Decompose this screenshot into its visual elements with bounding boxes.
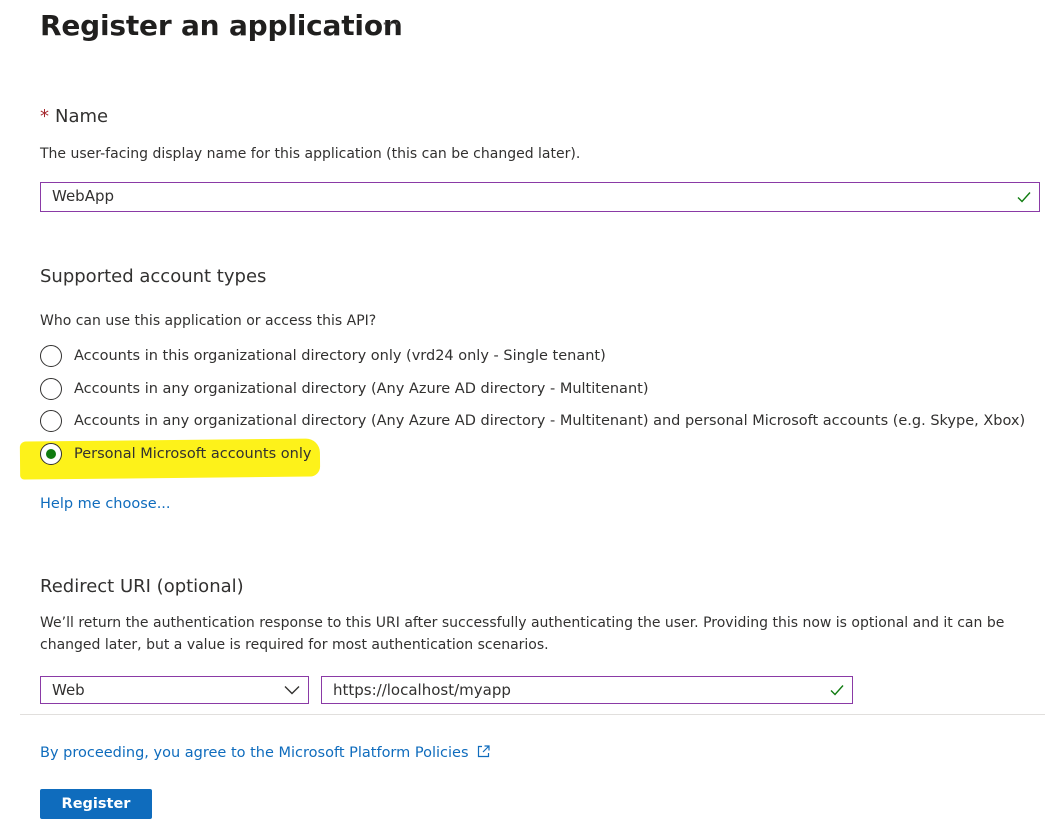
radio-button[interactable] <box>40 378 62 400</box>
chevron-down-icon <box>284 686 300 695</box>
redirect-description: We’ll return the authentication response… <box>40 615 1005 653</box>
external-link-icon <box>477 745 490 758</box>
name-input[interactable]: WebApp <box>40 182 1040 212</box>
radio-label: Accounts in any organizational directory… <box>74 381 649 397</box>
help-me-choose-link[interactable]: Help me choose... <box>40 496 171 512</box>
valid-check-icon <box>830 685 844 696</box>
radio-button[interactable] <box>40 345 62 367</box>
radio-button-selected[interactable] <box>40 443 62 465</box>
platform-policies-link[interactable]: By proceeding, you agree to the Microsof… <box>40 745 490 761</box>
page-title: Register an application <box>40 9 403 42</box>
name-heading: * Name <box>40 105 108 129</box>
platform-select-value: Web <box>52 681 85 699</box>
radio-label: Personal Microsoft accounts only <box>74 446 312 462</box>
register-button[interactable]: Register <box>40 789 152 819</box>
account-option-personal-only[interactable]: Personal Microsoft accounts only <box>40 440 311 468</box>
radio-label: Accounts in this organizational director… <box>74 348 606 364</box>
account-option-single-tenant[interactable]: Accounts in this organizational director… <box>40 342 606 370</box>
name-heading-text: Name <box>55 106 109 127</box>
account-option-multitenant-personal[interactable]: Accounts in any organizational directory… <box>40 407 1025 435</box>
platform-select[interactable]: Web <box>40 676 309 704</box>
radio-label: Accounts in any organizational directory… <box>74 413 1026 429</box>
redirect-uri-input[interactable]: https://localhost/myapp <box>321 676 853 704</box>
platform-policies-text: By proceeding, you agree to the Microsof… <box>40 745 469 761</box>
name-description: The user-facing display name for this ap… <box>40 146 581 162</box>
account-types-heading: Supported account types <box>40 266 267 287</box>
account-types-question: Who can use this application or access t… <box>40 313 377 329</box>
valid-check-icon <box>1017 192 1031 203</box>
divider <box>20 714 1045 715</box>
name-input-value: WebApp <box>52 187 115 205</box>
required-marker: * <box>40 106 49 127</box>
more-options-icon[interactable]: ··· <box>382 14 400 33</box>
redirect-uri-value: https://localhost/myapp <box>333 681 511 699</box>
account-option-multitenant[interactable]: Accounts in any organizational directory… <box>40 375 648 403</box>
radio-button[interactable] <box>40 410 62 432</box>
redirect-heading: Redirect URI (optional) <box>40 576 244 597</box>
